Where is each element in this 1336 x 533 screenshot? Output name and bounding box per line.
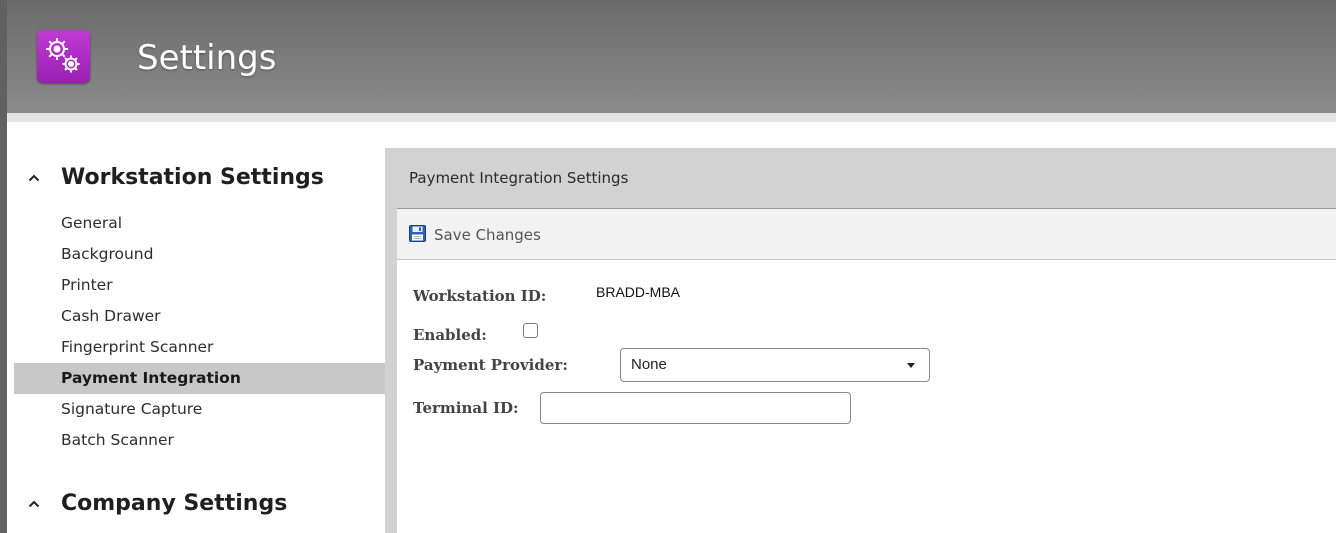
sidebar-item-background[interactable]: Background [14,239,385,270]
payment-provider-select[interactable]: None [620,348,930,382]
enabled-label: Enabled: [413,326,487,344]
sidebar-item-cash-drawer[interactable]: Cash Drawer [14,301,385,332]
save-icon [409,224,426,246]
sidebar-item-payment-integration[interactable]: Payment Integration [14,363,385,394]
payment-provider-value: None [631,356,667,373]
payment-provider-label: Payment Provider: [413,356,568,374]
sidebar-item-signature-capture[interactable]: Signature Capture [14,394,385,425]
sidebar-item-printer[interactable]: Printer [14,270,385,301]
sidebar-item-general[interactable]: General [14,208,385,239]
page-title: Settings [137,38,277,78]
chevron-up-icon[interactable] [27,163,41,193]
panel-header: Payment Integration Settings [385,148,1336,208]
workstation-id-label: Workstation ID: [413,287,547,305]
toolbar: Save Changes [397,208,1336,260]
panel-border [385,208,397,533]
workstation-id-value: BRADD-MBA [596,284,681,300]
settings-panel: Payment Integration Settings Save Change… [385,148,1336,533]
save-button[interactable]: Save Changes [409,221,541,249]
sidebar-item-fingerprint-scanner[interactable]: Fingerprint Scanner [14,332,385,363]
app-header: Settings [7,0,1336,113]
terminal-id-input[interactable] [540,392,851,424]
window-frame-left [0,0,7,533]
panel-title: Payment Integration Settings [409,169,629,187]
section-header-workstation-settings[interactable]: Workstation Settings [7,163,385,193]
enabled-checkbox[interactable] [523,323,538,338]
sidebar: Workstation Settings General Background … [7,122,385,533]
header-divider [7,113,1336,122]
section-header-company-settings[interactable]: Company Settings [7,489,385,519]
section-title: Workstation Settings [61,165,324,190]
section-title: Company Settings [61,491,288,516]
caret-down-icon [907,363,915,368]
form-content: Workstation ID: BRADD-MBA Enabled: Payme… [397,260,1336,533]
sidebar-item-batch-scanner[interactable]: Batch Scanner [14,425,385,456]
terminal-id-label: Terminal ID: [413,399,519,417]
chevron-up-icon[interactable] [27,489,41,519]
gears-icon [37,30,90,83]
save-button-label: Save Changes [434,226,541,244]
